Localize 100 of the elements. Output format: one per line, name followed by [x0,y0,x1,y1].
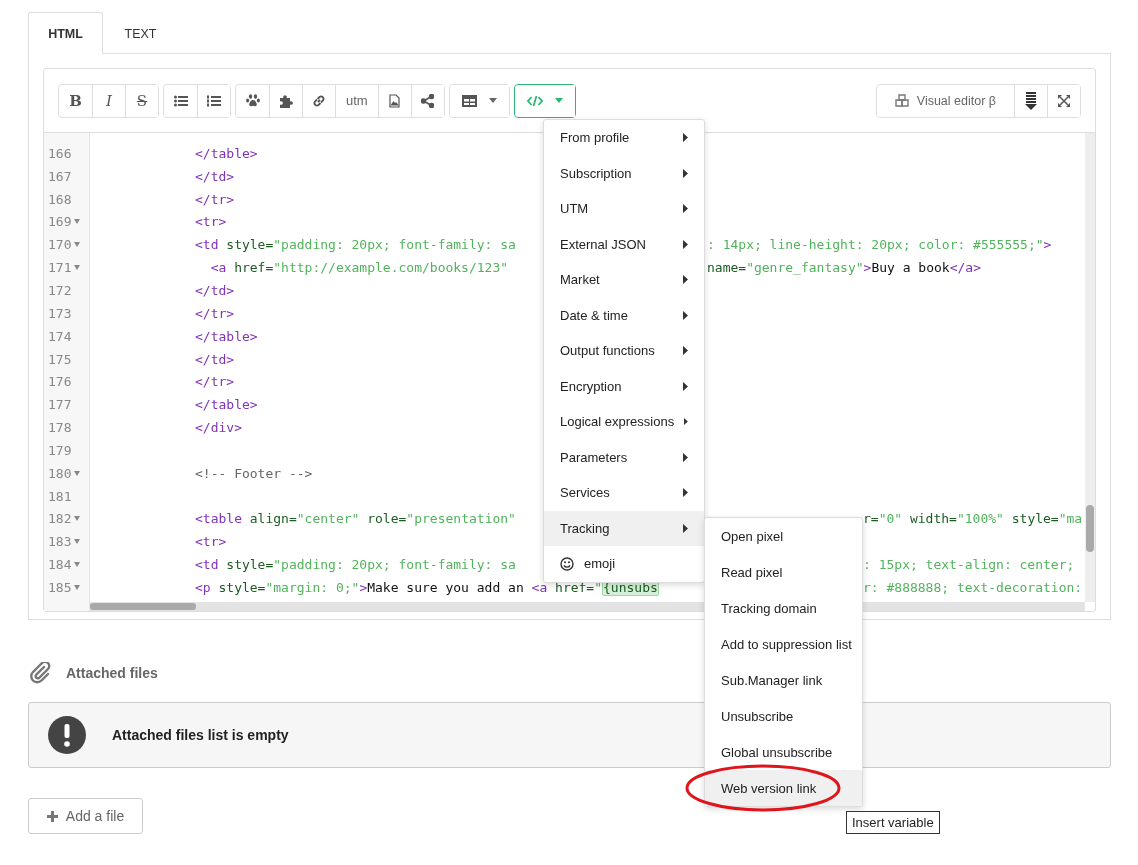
code-text: </table> [195,145,258,161]
submenu-item[interactable]: Tracking domain [705,590,862,626]
line-number: 169 [48,214,72,230]
line-number: 176 [48,374,72,390]
share-button[interactable] [410,84,444,117]
image-file-icon [389,93,401,108]
line-number: 178 [48,420,72,436]
line-number: 174 [48,328,72,344]
bullet-list-icon [173,94,188,107]
code-text: </table> [195,328,258,344]
menu-item[interactable]: Logical expressions [544,404,704,440]
link-icon [312,93,326,108]
menu-item[interactable]: Subscription [544,155,704,191]
line-number: 168 [48,191,72,207]
code-text: : 15px; text-align: center; [863,557,1075,573]
line-number: 167 [48,168,72,184]
smiley-icon [560,556,574,571]
code-button[interactable] [514,84,575,117]
share-icon [421,93,435,108]
code-text: <a href="http://example.com/books/123" [209,260,509,276]
table-button[interactable] [449,84,509,117]
code-text: </tr> [195,305,235,321]
code-text: </div> [195,420,242,436]
numbered-list-icon [207,94,221,107]
fold-icon[interactable] [74,265,81,271]
submenu-arrow-icon [683,452,688,462]
submenu-arrow-icon [683,239,688,249]
notice-text: Attached files list is empty [112,727,289,743]
code-text: <td style="padding: 20px; font-family: sa [195,557,516,573]
submenu-arrow-icon [683,381,688,391]
submenu-item[interactable]: Open pixel [705,518,862,554]
line-number: 166 [48,145,72,161]
line-number: 179 [48,442,72,458]
submenu-arrow-icon [683,133,688,143]
submenu-arrow-icon [683,275,688,285]
line-number: 173 [48,305,72,321]
fullscreen-button[interactable] [1047,84,1080,117]
code-text: r: #888888; text-decoration: [863,579,1083,595]
submenu-item[interactable]: Web version link [705,770,862,806]
fold-icon[interactable] [74,584,81,590]
line-number: 180 [48,465,72,481]
fold-icon[interactable] [74,242,81,248]
editor-tab[interactable]: TEXT [103,12,178,54]
submenu-item[interactable]: Unsubscribe [705,698,862,734]
fold-icon[interactable] [74,470,81,476]
stacked-arrow-icon [1025,91,1037,110]
submenu-arrow-icon [683,488,688,498]
fold-icon[interactable] [74,562,81,568]
tooltip: Insert variable [846,811,940,834]
menu-item[interactable]: Parameters [544,439,704,475]
code-text: <tr> [195,534,227,550]
vertical-scrollbar[interactable] [1085,133,1095,602]
menu-item[interactable]: Tracking [544,510,704,546]
code-text: <td style="padding: 20px; font-family: sa [195,237,516,253]
line-number: 182 [48,511,72,527]
line-number: 181 [48,488,72,504]
fold-icon[interactable] [74,219,81,225]
submenu-arrow-icon [683,168,688,178]
section-title: Attached files [66,665,158,681]
code-text: <table align="center" role="presentation" [195,511,516,527]
cubes-icon [894,94,909,107]
submenu-arrow-icon [683,310,688,320]
code-text: </tr> [195,374,235,390]
menu-item[interactable]: Services [544,475,704,511]
add-file-button[interactable]: Add a file [28,798,143,834]
code-text: r="0" width="100%" style="ma [863,511,1083,527]
plus-icon [46,810,58,822]
menu-item[interactable]: UTM [544,191,704,227]
code-text: </td> [195,351,235,367]
code-text: </td> [195,283,235,298]
menu-item[interactable]: Market [544,262,704,298]
line-number: 177 [48,397,72,413]
menu-item[interactable]: Encryption [544,368,704,404]
submenu-item[interactable]: Sub.Manager link [705,662,862,698]
menu-item[interactable]: emoji [544,546,704,582]
menu-item[interactable]: Date & time [544,297,704,333]
submenu-arrow-icon [684,417,688,427]
paw-icon [245,94,260,107]
code-text: </td> [195,168,235,184]
code-text: </tr> [195,191,235,207]
editor-tab[interactable]: HTML [28,12,103,54]
menu-item[interactable]: Output functions [544,333,704,369]
menu-item[interactable]: From profile [544,120,704,156]
exclamation-icon [48,716,86,754]
submenu-item[interactable]: Read pixel [705,554,862,590]
table-icon [461,94,477,107]
menu-item[interactable]: External JSON [544,226,704,262]
code-text: </table> [195,397,258,413]
paperclip-icon [30,662,52,684]
strike-button[interactable]: S [125,84,158,117]
numbered-list-button[interactable] [197,84,230,117]
fold-icon[interactable] [74,539,81,545]
line-number: 183 [48,534,72,550]
submenu-item[interactable]: Add to suppression list [705,626,862,662]
submenu-arrow-icon [683,346,688,356]
puzzle-icon [279,93,293,108]
submenu-arrow-icon [683,204,688,214]
line-number: 184 [48,557,72,573]
fold-icon[interactable] [74,516,81,522]
submenu-item[interactable]: Global unsubscribe [705,734,862,770]
